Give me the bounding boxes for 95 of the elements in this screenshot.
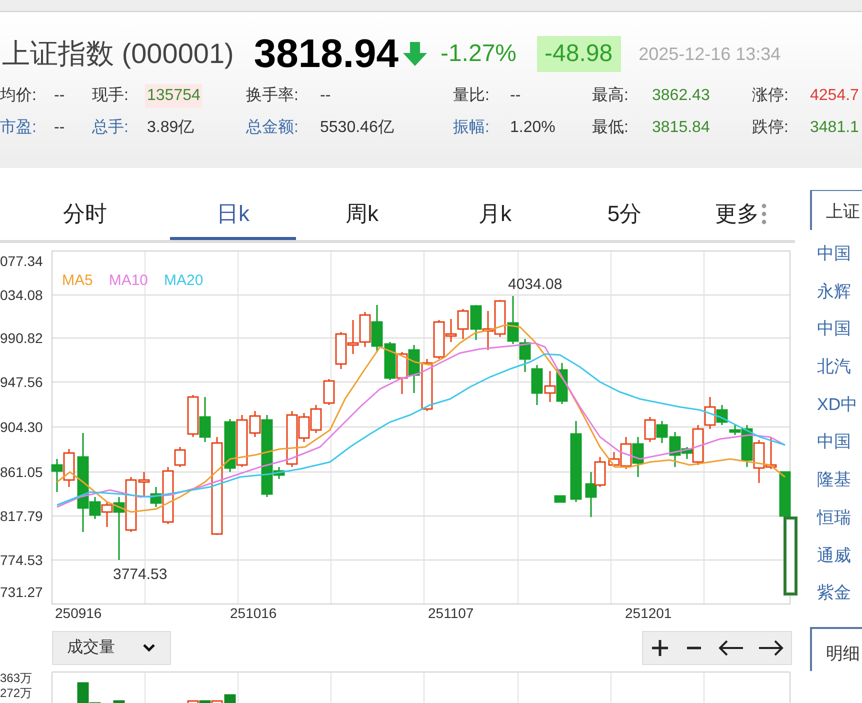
volume-bar (113, 700, 125, 703)
candle (187, 395, 199, 437)
axis-label: 774.53 (0, 552, 43, 568)
sidebar-tab[interactable]: 上证 (810, 190, 862, 230)
candle (396, 352, 408, 394)
candle (482, 311, 494, 350)
legend-label: MA20 (164, 271, 204, 291)
period-tab[interactable]: 更多 (687, 190, 795, 240)
more-dots-icon (761, 202, 767, 224)
candle (765, 437, 777, 469)
period-tab[interactable]: 5分 (562, 190, 687, 240)
candle (544, 371, 556, 402)
candle (554, 495, 566, 503)
stat-value: 3481.1 (809, 118, 860, 138)
index-title: 上证指数 (000001) (2, 37, 234, 71)
candle (51, 459, 63, 492)
indicator-dropdown[interactable]: 成交量 (52, 631, 171, 665)
candle (556, 363, 568, 404)
stat-value: 135754 (145, 84, 202, 108)
change-amount: -48.98 (536, 36, 621, 72)
change-percent: -1.27% (440, 39, 517, 69)
axis-label: 034.08 (0, 287, 43, 303)
stat-label: 现手: (92, 86, 130, 106)
stat-value: -- (53, 86, 66, 106)
candle (335, 332, 347, 369)
stock-link[interactable]: XD中 (810, 390, 862, 428)
stat-link[interactable]: 总金额: (246, 116, 318, 140)
candle (421, 359, 433, 411)
stat-label: 最低: (592, 118, 630, 138)
stock-link[interactable]: 永辉 (810, 278, 862, 316)
axis-label: 861.05 (0, 464, 43, 480)
stat-value: 3815.84 (651, 118, 711, 138)
axis-label: 251016 (230, 605, 277, 621)
stock-link[interactable]: 通威 (810, 542, 862, 580)
candle (347, 320, 359, 354)
stat-label: 量比: (453, 86, 490, 106)
candle (494, 300, 506, 337)
stat-label: 涨停: (752, 86, 790, 106)
axis-label: 904.30 (0, 419, 43, 435)
period-tab[interactable]: 周k (296, 190, 428, 240)
low-label: 3774.53 (113, 565, 168, 585)
stat-label: 均价: (0, 86, 38, 106)
candle (63, 449, 75, 487)
candle (323, 379, 335, 405)
stat-value: 3862.43 (651, 86, 711, 106)
stock-link[interactable]: 中国 (810, 428, 862, 466)
stock-link[interactable]: 隆基 (810, 466, 862, 504)
zoom-in-icon[interactable] (649, 637, 671, 659)
legend-label: MA10 (108, 271, 148, 291)
stat-value: 3.89亿 (146, 118, 196, 138)
candle (408, 345, 420, 393)
stat-value: 1.20% (509, 118, 556, 138)
candle (531, 365, 543, 405)
axis-label: 251201 (625, 605, 672, 621)
stat-label: 跌停: (752, 118, 790, 138)
high-label: 4034.08 (508, 275, 562, 295)
axis-label: 817.79 (0, 508, 43, 524)
axis-label: 947.56 (0, 374, 43, 390)
axis-label: 990.82 (0, 330, 43, 346)
stat-link[interactable]: 市盈: (0, 116, 52, 140)
period-tab[interactable]: 分时 (0, 190, 170, 240)
stat-value: -- (319, 86, 332, 106)
candle (359, 312, 371, 347)
axis-label: 272万 (0, 686, 32, 701)
timestamp: 2025-12-16 13:34 (638, 42, 781, 66)
stat-link[interactable]: 总手: (92, 116, 145, 140)
stat-label: 换手率: (246, 86, 300, 106)
stock-link[interactable]: 紫金 (810, 579, 862, 617)
stat-value: -- (509, 86, 522, 106)
axis-label: 731.27 (0, 584, 43, 600)
legend-label: MA5 (62, 271, 93, 291)
stock-link[interactable]: 中国 (810, 315, 862, 354)
axis-label: 363万 (0, 671, 32, 686)
axis-label: 077.34 (0, 253, 43, 269)
stat-value: -- (53, 118, 66, 138)
axis-label: 251107 (428, 605, 474, 621)
candle (753, 440, 765, 483)
stat-link[interactable]: 振幅: (453, 116, 508, 140)
candle (384, 342, 396, 380)
candle (457, 309, 469, 339)
stock-link[interactable]: 恒瑞 (810, 504, 862, 542)
stat-value: 4254.7 (809, 86, 860, 106)
stock-link[interactable]: 中国 (810, 240, 862, 278)
candle (470, 305, 482, 340)
period-tab[interactable]: 日k (170, 190, 296, 240)
stat-label: 最高: (592, 86, 630, 106)
chevron-down-icon (142, 643, 156, 653)
stock-link[interactable]: 北汽 (810, 353, 862, 391)
candle (310, 405, 322, 433)
stat-value: 5530.46亿 (319, 118, 395, 138)
axis-label: 250916 (55, 605, 102, 621)
period-tab[interactable]: 月k (428, 190, 562, 240)
sidebar-tab[interactable]: 明细 (810, 626, 862, 671)
candle (371, 305, 383, 352)
price: 3818.94 (254, 31, 398, 78)
